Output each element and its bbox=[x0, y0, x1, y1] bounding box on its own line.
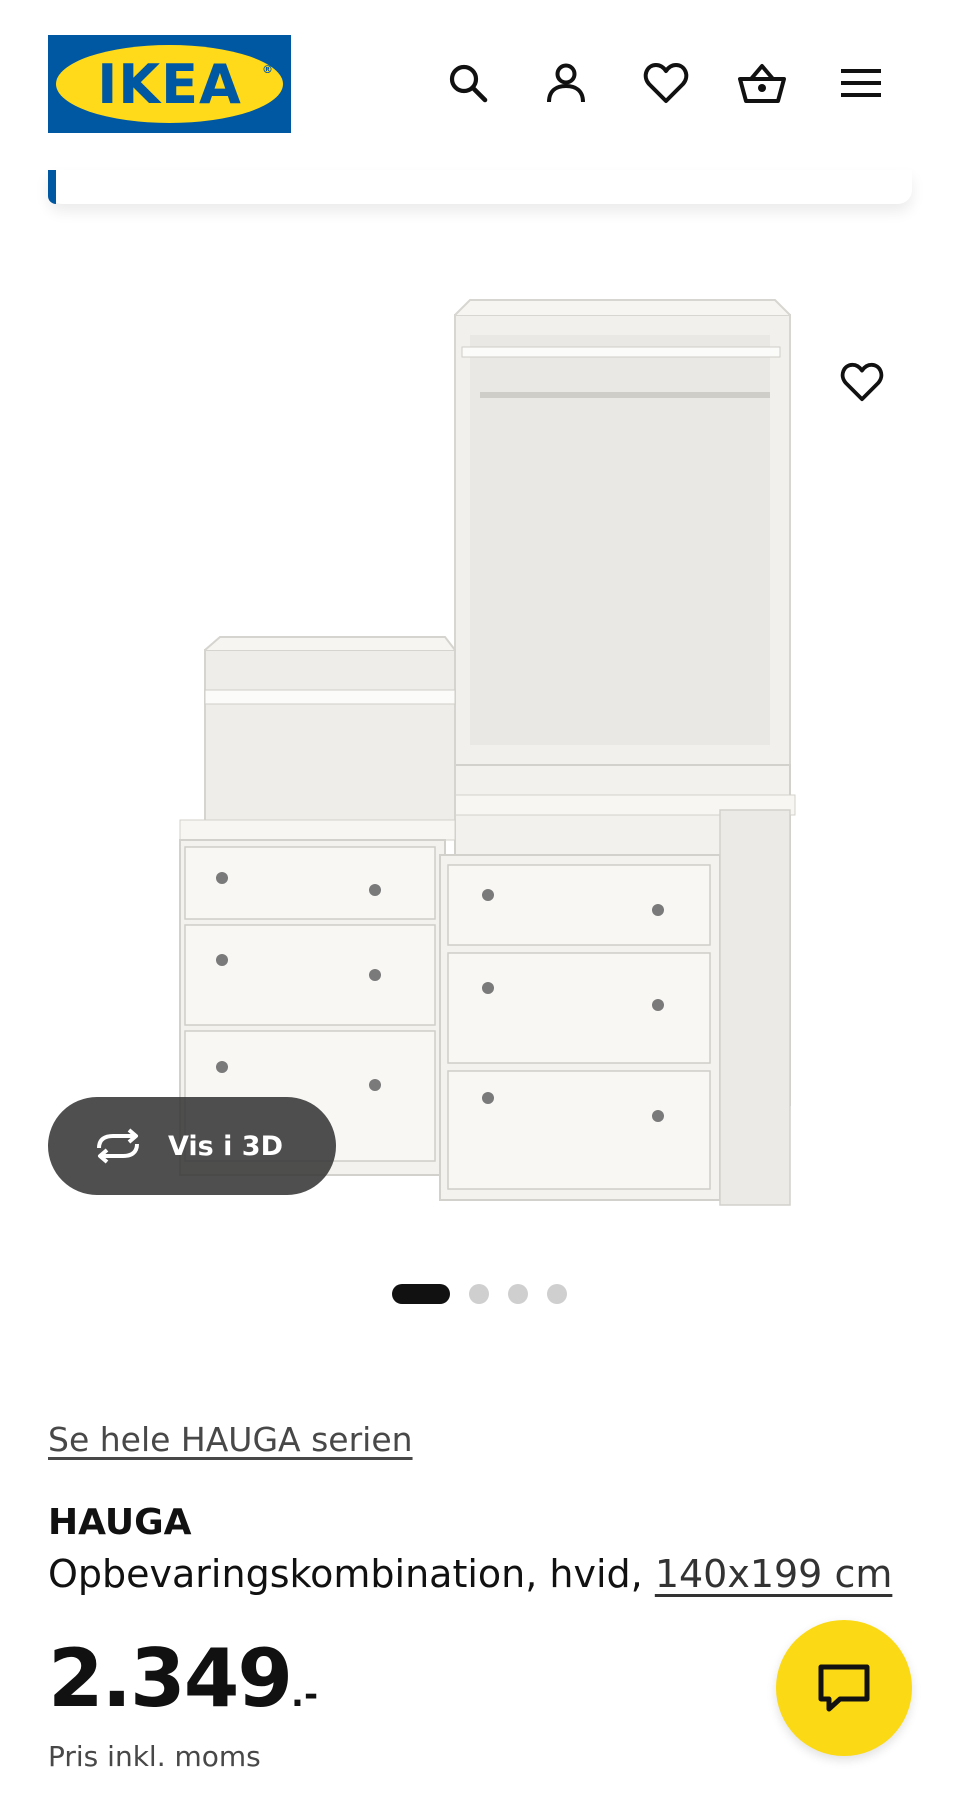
banner-accent bbox=[48, 170, 56, 204]
account-icon[interactable] bbox=[541, 58, 591, 108]
product-image bbox=[179, 299, 796, 1206]
view-in-3d-button[interactable]: Vis i 3D bbox=[48, 1097, 336, 1195]
logo-text: IKEA bbox=[97, 52, 242, 116]
size-link[interactable]: 140x199 cm bbox=[655, 1552, 893, 1596]
view-in-3d-label: Vis i 3D bbox=[168, 1130, 284, 1162]
save-to-favorites-icon[interactable] bbox=[835, 355, 889, 409]
gallery-dot[interactable] bbox=[469, 1284, 489, 1304]
gallery-dot[interactable] bbox=[547, 1284, 567, 1304]
wishlist-heart-icon[interactable] bbox=[641, 58, 691, 108]
price-note: Pris inkl. moms bbox=[48, 1740, 261, 1773]
menu-icon[interactable] bbox=[836, 58, 886, 108]
logo-registered-mark: ® bbox=[262, 63, 273, 76]
search-icon[interactable] bbox=[443, 58, 493, 108]
gallery-pagination bbox=[392, 1284, 586, 1304]
chat-bubble-icon bbox=[818, 1664, 870, 1712]
product-name: HAUGA bbox=[48, 1502, 192, 1543]
basket-icon[interactable] bbox=[737, 58, 787, 108]
price-value: 2.349 bbox=[48, 1632, 293, 1725]
info-banner bbox=[48, 170, 912, 204]
price-suffix: .- bbox=[291, 1675, 319, 1715]
gallery-dot[interactable] bbox=[508, 1284, 528, 1304]
product-description-text: Opbevaringskombination, hvid, bbox=[48, 1552, 655, 1596]
gallery-dot-active[interactable] bbox=[392, 1284, 450, 1304]
series-link[interactable]: Se hele HAUGA serien bbox=[48, 1420, 413, 1459]
ikea-logo[interactable]: IKEA ® bbox=[48, 35, 291, 133]
product-description: Opbevaringskombination, hvid, 140x199 cm bbox=[48, 1552, 892, 1596]
product-price: 2.349.- bbox=[48, 1632, 318, 1725]
top-navigation-bar: IKEA ® bbox=[0, 0, 960, 170]
chat-button[interactable] bbox=[776, 1620, 912, 1756]
rotate-3d-icon bbox=[90, 1126, 146, 1166]
